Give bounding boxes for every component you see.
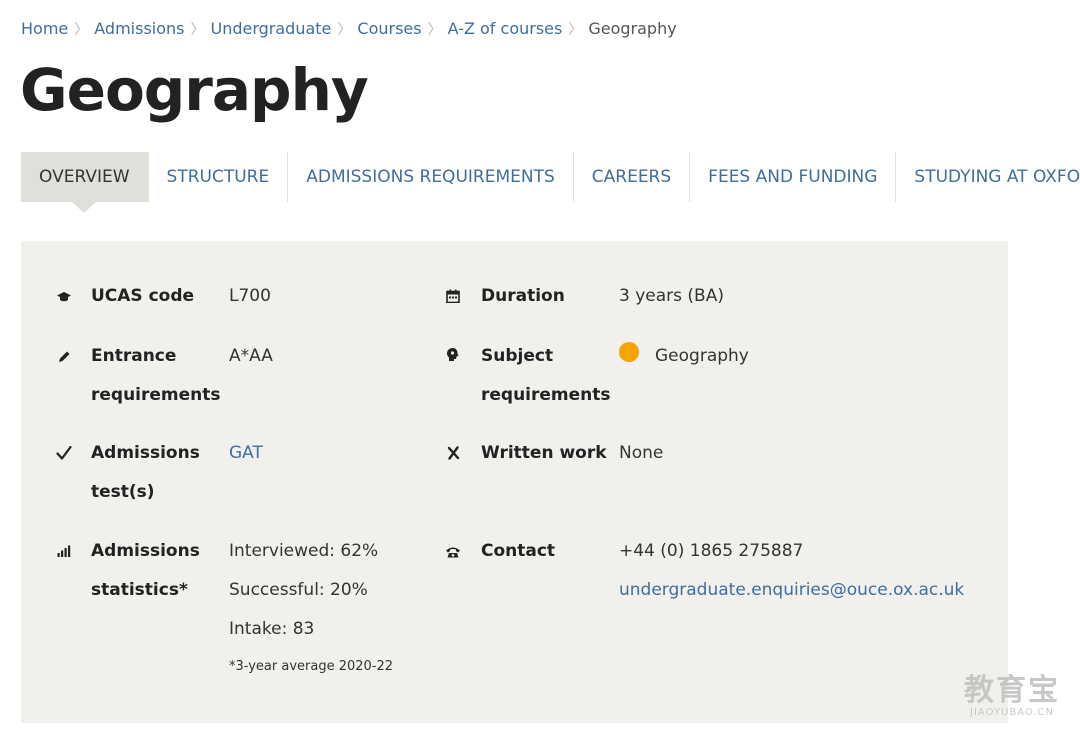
tab-fees-and-funding[interactable]: FEES AND FUNDING <box>690 152 897 202</box>
breadcrumb-a-z-courses[interactable]: A-Z of courses <box>448 19 563 38</box>
contact-values: +44 (0) 1865 275887 undergraduate.enquir… <box>619 532 964 610</box>
admissions-statistics-values: Interviewed: 62% Successful: 20% Intake:… <box>229 532 378 649</box>
breadcrumb-separator: 〉 <box>190 22 205 38</box>
page-title: Geography <box>20 56 369 124</box>
breadcrumb-separator: 〉 <box>337 22 352 38</box>
gat-test-link[interactable]: GAT <box>229 443 263 463</box>
breadcrumb-undergraduate[interactable]: Undergraduate <box>210 19 331 38</box>
breadcrumb-current: Geography <box>588 19 677 38</box>
entrance-label-line-2: requirements <box>91 385 221 405</box>
breadcrumb-separator: 〉 <box>568 22 583 38</box>
duration-value: 3 years (BA) <box>619 286 724 306</box>
contact-email-link[interactable]: undergraduate.enquiries@ouce.ox.ac.uk <box>619 580 964 600</box>
admissions-statistics-label: Admissions statistics* <box>91 532 200 610</box>
calendar-icon <box>442 285 464 307</box>
duration-label: Duration <box>481 286 565 306</box>
admissions-test-label: Admissions test(s) <box>91 434 200 512</box>
breadcrumb: Home 〉 Admissions 〉 Undergraduate 〉 Courses 〉 A-… <box>21 19 677 39</box>
ucas-code-label: UCAS code <box>91 286 195 306</box>
ucas-code-value: L700 <box>229 286 271 306</box>
breadcrumb-home[interactable]: Home <box>21 19 68 38</box>
written-work-value: None <box>619 443 664 463</box>
statistics-label-line-1: Admissions <box>91 541 200 561</box>
bar-chart-icon <box>53 540 75 562</box>
subject-label-line-2: requirements <box>481 385 611 405</box>
stat-successful: Successful: 20% <box>229 580 368 600</box>
checkmark-icon <box>53 442 75 464</box>
tab-careers[interactable]: CAREERS <box>574 152 691 202</box>
admissions-test-label-line-2: test(s) <box>91 482 155 502</box>
watermark-main-text: 教育宝 <box>964 673 1060 708</box>
breadcrumb-separator: 〉 <box>74 22 89 38</box>
cross-icon <box>442 442 464 464</box>
breadcrumb-courses[interactable]: Courses <box>357 19 421 38</box>
subject-requirements-label: Subject requirements <box>481 337 611 415</box>
subject-requirements-value: Geography <box>655 346 749 366</box>
written-work-label: Written work <box>481 443 607 463</box>
breadcrumb-admissions[interactable]: Admissions <box>94 19 184 38</box>
course-overview-panel: UCAS code L700 Duration 3 years (BA) Ent… <box>21 241 1008 723</box>
subject-status-dot <box>619 342 639 362</box>
tab-admissions-requirements[interactable]: ADMISSIONS REQUIREMENTS <box>288 152 574 202</box>
watermark-sub-text: JIAOYUBAO.CN <box>970 707 1054 718</box>
tab-overview[interactable]: OVERVIEW <box>21 152 149 213</box>
watermark-logo: 教育宝 JIAOYUBAO.CN <box>964 673 1060 719</box>
tab-studying-at-oxford[interactable]: STUDYING AT OXFORD <box>896 152 1080 202</box>
head-icon <box>442 344 464 366</box>
entrance-requirements-label: Entrance requirements <box>91 337 221 415</box>
statistics-footnote: *3-year average 2020-22 <box>229 659 394 674</box>
stat-interviewed: Interviewed: 62% <box>229 541 379 561</box>
graduation-cap-icon <box>53 286 75 308</box>
tab-structure[interactable]: STRUCTURE <box>149 152 289 202</box>
subject-label-line-1: Subject <box>481 346 554 366</box>
contact-label: Contact <box>481 541 556 561</box>
entrance-requirements-value: A*AA <box>229 346 273 366</box>
statistics-label-line-2: statistics* <box>91 580 188 600</box>
course-tabs: OVERVIEW STRUCTURE ADMISSIONS REQUIREMEN… <box>21 152 1080 213</box>
admissions-test-value: GAT <box>229 434 263 473</box>
breadcrumb-separator: 〉 <box>427 22 442 38</box>
telephone-icon <box>442 541 464 563</box>
stat-intake: Intake: 83 <box>229 619 315 639</box>
entrance-label-line-1: Entrance <box>91 346 177 366</box>
contact-phone: +44 (0) 1865 275887 <box>619 541 804 561</box>
admissions-test-label-line-1: Admissions <box>91 443 200 463</box>
pencil-icon <box>53 345 75 367</box>
